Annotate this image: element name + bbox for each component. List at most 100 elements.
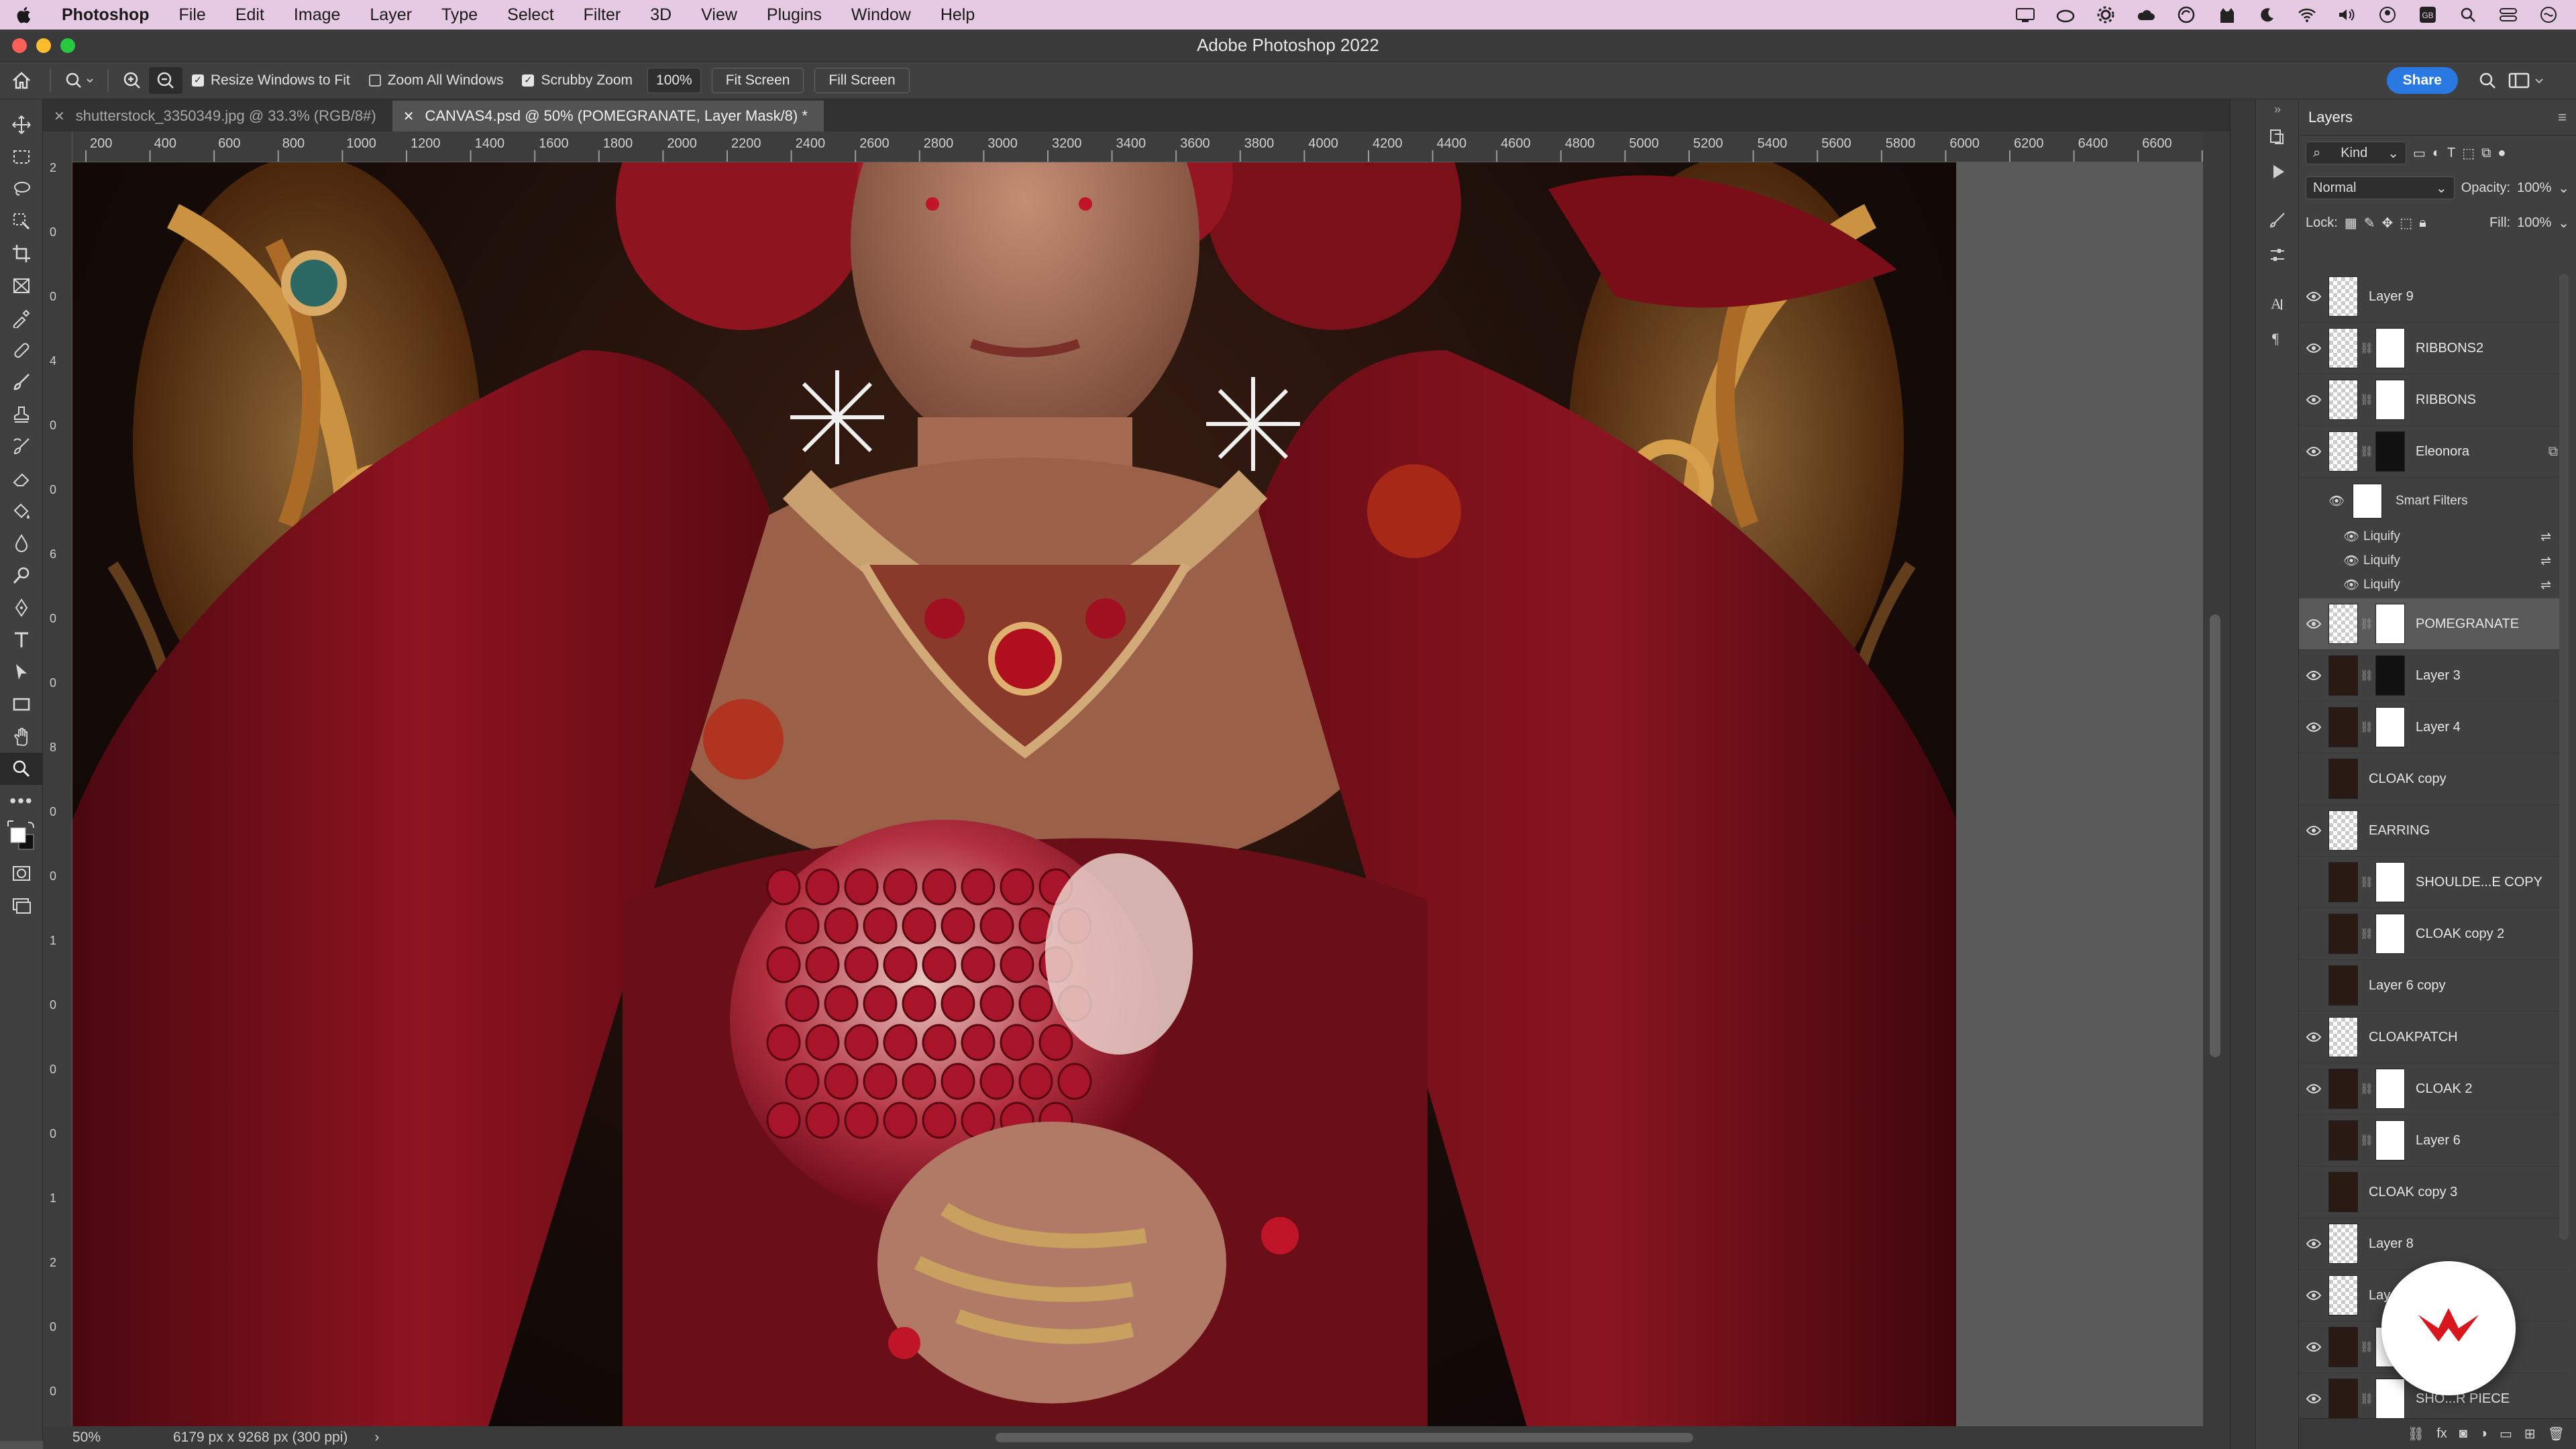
layer-row[interactable]: ⛓ SHOULDE...E COPY (2299, 857, 2567, 908)
horizontal-scrollbar-thumb[interactable] (996, 1433, 1693, 1442)
eye-hidden-icon[interactable] (2299, 857, 2328, 908)
layer-row[interactable]: ⛓ Layer 6 (2299, 1115, 2567, 1167)
menu-select[interactable]: Select (492, 0, 568, 30)
layers-scrollbar[interactable] (2559, 274, 2569, 1240)
layer-thumbnail[interactable] (2328, 655, 2358, 696)
smart-filter-item[interactable]: 👁︎ Liquify ⇌ (2299, 525, 2567, 549)
layer-thumbnail[interactable] (2328, 431, 2358, 472)
crop-tool[interactable] (0, 237, 43, 270)
filter-options-icon[interactable]: ⇌ (2540, 553, 2551, 569)
layer-row[interactable]: ⛓ RIBBONS (2299, 374, 2567, 426)
add-mask-icon[interactable]: ◙ (2459, 1426, 2467, 1442)
layer-mask-thumbnail[interactable] (2375, 914, 2405, 954)
history-panel-icon[interactable] (2256, 119, 2299, 154)
mask-link-icon[interactable]: ⛓ (2358, 875, 2375, 889)
move-tool[interactable] (0, 109, 43, 141)
link-layers-icon[interactable]: ⛓ (2408, 1426, 2424, 1442)
mask-link-icon[interactable]: ⛓ (2358, 1082, 2375, 1095)
blend-mode-select[interactable]: Normal ⌄ (2306, 176, 2455, 199)
eye-icon[interactable] (2299, 598, 2328, 650)
eye-icon[interactable] (2299, 271, 2328, 323)
layer-row[interactable]: ⛓ Layer 3 (2299, 650, 2567, 702)
eraser-tool[interactable] (0, 463, 43, 495)
filter-adjustment-icon[interactable]: ◐ (2432, 146, 2440, 161)
mask-link-icon[interactable]: ⛓ (2358, 927, 2375, 941)
lock-position-icon[interactable]: ✥ (2381, 215, 2393, 231)
history-brush-tool[interactable] (0, 431, 43, 463)
wifi-icon[interactable] (2296, 3, 2318, 26)
zoom-out-button[interactable] (149, 66, 182, 94)
layer-row[interactable]: ⛓ POMEGRANATE (2299, 598, 2567, 650)
menu-photoshop[interactable]: Photoshop (47, 0, 164, 30)
workspace-switcher-icon[interactable] (2506, 67, 2549, 94)
layer-row[interactable]: Layer 9 (2299, 271, 2567, 323)
menu-plugins[interactable]: Plugins (752, 0, 837, 30)
dodge-tool[interactable] (0, 559, 43, 592)
menu-help[interactable]: Help (926, 0, 989, 30)
eye-icon[interactable]: 👁︎ (2343, 553, 2363, 569)
layer-row[interactable]: ⛓ RIBBONS2 (2299, 323, 2567, 374)
dog-icon[interactable] (2215, 3, 2238, 26)
fill-screen-button[interactable]: Fill Screen (814, 67, 910, 93)
gear-icon[interactable] (2094, 3, 2117, 26)
layer-thumbnail[interactable] (2328, 914, 2358, 954)
display-icon[interactable] (2014, 3, 2037, 26)
gradient-tool[interactable] (0, 495, 43, 527)
smart-filter-item[interactable]: 👁︎ Liquify ⇌ (2299, 549, 2567, 573)
character-panel-icon[interactable]: A (2256, 286, 2299, 321)
eye-icon[interactable] (2299, 1012, 2328, 1063)
cloud-icon[interactable] (2135, 3, 2157, 26)
layer-row[interactable]: CLOAK copy (2299, 753, 2567, 805)
healing-brush-tool[interactable] (0, 334, 43, 366)
eye-hidden-icon[interactable] (2299, 1167, 2328, 1218)
home-button[interactable] (0, 67, 43, 94)
menu-window[interactable]: Window (837, 0, 926, 30)
path-selection-tool[interactable] (0, 656, 43, 688)
layer-row[interactable]: ⛓ Layer 4 (2299, 702, 2567, 753)
filter-kind-select[interactable]: ⌕ Kind ⌄ (2306, 142, 2406, 164)
filter-pixel-icon[interactable]: ▭ (2413, 145, 2426, 162)
menu-3d[interactable]: 3D (635, 0, 686, 30)
opacity-field[interactable]: 100% (2517, 180, 2551, 196)
layer-mask-thumbnail[interactable] (2375, 862, 2405, 902)
layer-thumbnail[interactable] (2328, 862, 2358, 902)
apple-menu-icon[interactable] (0, 0, 47, 30)
lock-all-icon[interactable]: 🔒︎ (2419, 215, 2426, 231)
eye-icon[interactable] (2299, 650, 2328, 702)
siri-icon[interactable] (2537, 3, 2560, 26)
layer-mask-thumbnail[interactable] (2375, 655, 2405, 696)
layer-thumbnail[interactable] (2328, 1017, 2358, 1057)
sync-icon[interactable] (2175, 3, 2198, 26)
new-layer-icon[interactable]: ⊞ (2524, 1426, 2536, 1442)
scrollbar-thumb[interactable] (2210, 614, 2220, 1057)
keyboard-gb-icon[interactable]: GB (2416, 3, 2439, 26)
layer-thumbnail[interactable] (2328, 1379, 2358, 1418)
layer-row[interactable]: Layer 6 copy (2299, 960, 2567, 1012)
mask-link-icon[interactable]: ⛓ (2358, 341, 2375, 355)
layer-mask-thumbnail[interactable] (2375, 1379, 2405, 1418)
layer-thumbnail[interactable] (2328, 759, 2358, 799)
layer-row[interactable]: ⛓ CLOAK 2 (2299, 1063, 2567, 1115)
eye-icon[interactable]: 👁︎ (2343, 577, 2363, 593)
chevron-down-icon[interactable]: ⌄ (2558, 215, 2569, 231)
zoom-tool[interactable] (0, 753, 43, 785)
eye-hidden-icon[interactable] (2299, 908, 2328, 960)
color-swatches[interactable] (0, 817, 43, 857)
resize-windows-checkbox[interactable]: ✓ Resize Windows to Fit (192, 72, 350, 89)
fit-screen-button[interactable]: Fit Screen (711, 67, 804, 93)
filter-options-icon[interactable]: ⇌ (2540, 529, 2551, 545)
close-icon[interactable]: ✕ (403, 108, 415, 125)
eye-hidden-icon[interactable] (2299, 753, 2328, 805)
marquee-tool[interactable] (0, 141, 43, 173)
creative-cloud-icon[interactable] (2054, 3, 2077, 26)
layer-style-fx-icon[interactable]: fx (2436, 1426, 2447, 1442)
minimize-window-button[interactable] (36, 38, 51, 53)
zoom-window-button[interactable] (60, 38, 75, 53)
layer-mask-thumbnail[interactable] (2375, 380, 2405, 420)
toolbar-grip[interactable] (0, 99, 43, 109)
chevron-right-icon[interactable]: › (374, 1430, 379, 1446)
scrubby-zoom-checkbox[interactable]: ✓ Scrubby Zoom (522, 72, 633, 89)
pen-tool[interactable] (0, 592, 43, 624)
panel-menu-icon[interactable]: ≡ (2558, 109, 2567, 126)
eye-hidden-icon[interactable] (2299, 1115, 2328, 1167)
